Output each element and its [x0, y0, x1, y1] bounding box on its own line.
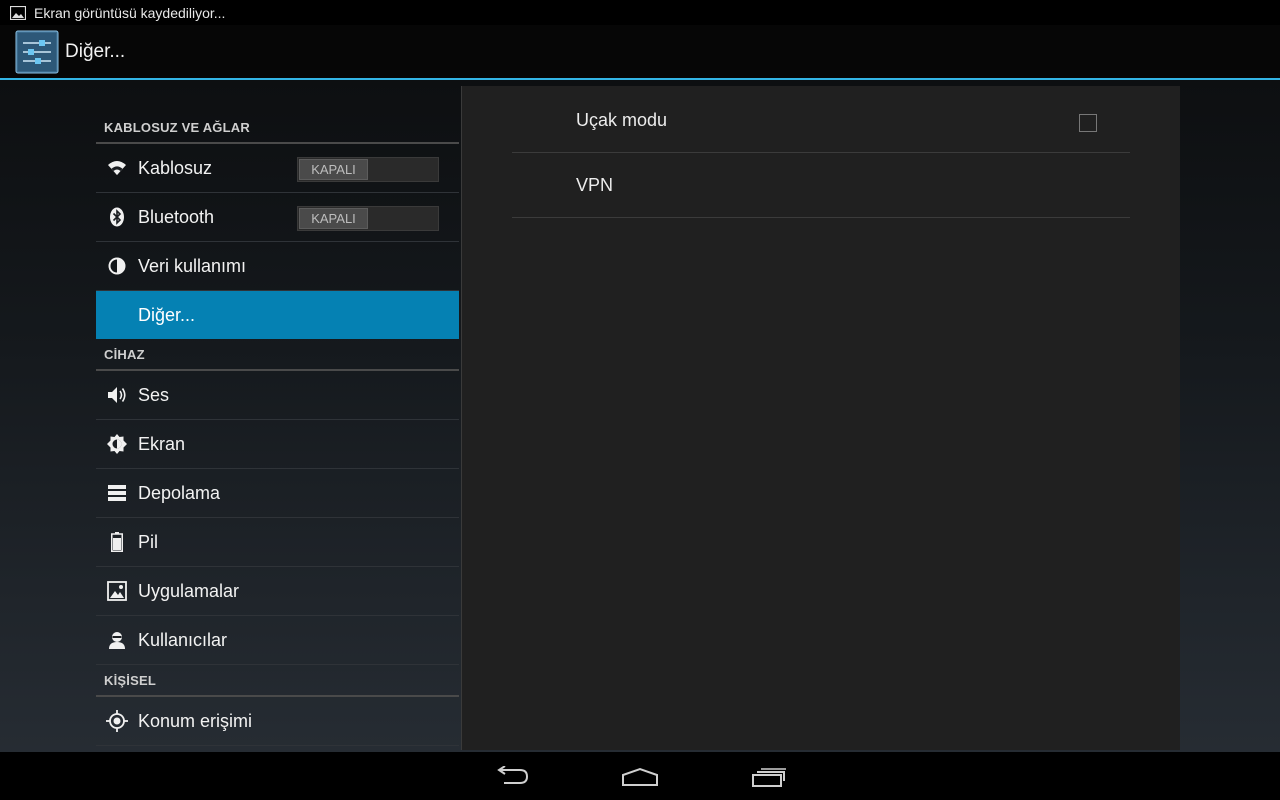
settings-item-apps[interactable]: Uygulamalar — [96, 567, 459, 616]
back-icon[interactable] — [487, 762, 537, 792]
settings-item-label: Kullanıcılar — [138, 629, 228, 650]
main-area: KABLOSUZ VE AĞLAR Kablosuz KAPALI Blueto… — [0, 80, 1280, 752]
settings-item-label: Kablosuz — [138, 157, 213, 178]
action-bar: Diğer... — [0, 25, 1280, 80]
settings-item-data-usage[interactable]: Veri kullanımı — [96, 242, 459, 291]
settings-sliders-icon[interactable] — [15, 30, 59, 74]
settings-item-display[interactable]: Ekran — [96, 420, 459, 469]
bluetooth-toggle-label: KAPALI — [299, 208, 368, 229]
settings-item-wifi[interactable]: Kablosuz KAPALI — [96, 144, 459, 193]
settings-list: KABLOSUZ VE AĞLAR Kablosuz KAPALI Blueto… — [96, 80, 459, 752]
settings-item-sound[interactable]: Ses — [96, 371, 459, 420]
settings-item-label: Pil — [138, 531, 159, 552]
settings-item-users[interactable]: Kullanıcılar — [96, 616, 459, 665]
settings-item-label: Diğer... — [138, 304, 196, 325]
speaker-icon — [96, 385, 138, 405]
vpn-row[interactable]: VPN — [512, 153, 1130, 218]
wifi-toggle[interactable]: KAPALI — [297, 157, 439, 182]
settings-item-label: Konum erişimi — [138, 710, 253, 731]
wifi-icon — [96, 160, 138, 176]
status-bar: Ekran görüntüsü kaydediliyor... — [0, 0, 1280, 25]
apps-icon — [96, 581, 138, 601]
section-header-personal: KİŞİSEL — [96, 665, 459, 697]
section-header-wireless: KABLOSUZ VE AĞLAR — [96, 80, 459, 144]
settings-item-label: Uygulamalar — [138, 580, 240, 601]
navigation-bar — [0, 752, 1280, 800]
detail-pane: Uçak modu VPN — [461, 86, 1180, 750]
battery-icon — [96, 532, 138, 552]
recents-icon[interactable] — [744, 762, 794, 792]
storage-icon — [96, 485, 138, 501]
data-usage-icon — [96, 257, 138, 275]
wifi-toggle-label: KAPALI — [299, 159, 368, 180]
settings-item-bluetooth[interactable]: Bluetooth KAPALI — [96, 193, 459, 242]
vpn-label: VPN — [576, 174, 614, 195]
settings-item-location[interactable]: Konum erişimi — [96, 697, 459, 746]
settings-item-label: Depolama — [138, 482, 221, 503]
section-header-device: CİHAZ — [96, 339, 459, 371]
brightness-icon — [96, 434, 138, 454]
settings-item-storage[interactable]: Depolama — [96, 469, 459, 518]
airplane-mode-row[interactable]: Uçak modu — [512, 88, 1130, 153]
page-title: Diğer... — [65, 40, 126, 62]
user-icon — [96, 631, 138, 649]
settings-item-more[interactable]: Diğer... — [96, 291, 459, 339]
settings-item-label: Ses — [138, 384, 170, 405]
home-icon[interactable] — [615, 762, 665, 792]
settings-item-battery[interactable]: Pil — [96, 518, 459, 567]
airplane-mode-label: Uçak modu — [576, 109, 668, 130]
location-icon — [96, 710, 138, 732]
settings-item-label: Bluetooth — [138, 206, 215, 227]
airplane-mode-checkbox[interactable] — [1079, 114, 1097, 132]
bluetooth-toggle[interactable]: KAPALI — [297, 206, 439, 231]
image-icon — [10, 5, 26, 20]
bluetooth-icon — [96, 207, 138, 227]
settings-item-label: Ekran — [138, 433, 186, 454]
status-text: Ekran görüntüsü kaydediliyor... — [34, 4, 226, 21]
settings-item-label: Veri kullanımı — [138, 255, 247, 276]
